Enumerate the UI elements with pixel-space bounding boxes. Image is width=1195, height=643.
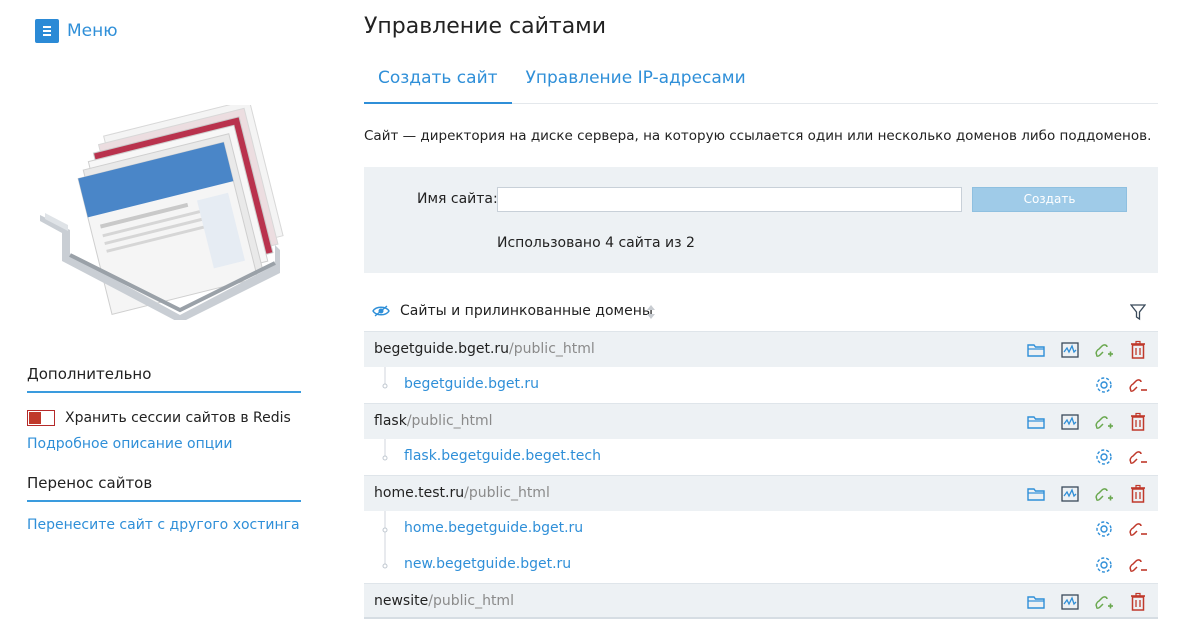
unlink-icon[interactable]: [1128, 519, 1148, 539]
activity-icon[interactable]: [1060, 592, 1080, 612]
site-name-input[interactable]: [497, 187, 962, 212]
eye-icon[interactable]: [372, 304, 390, 318]
folder-icon[interactable]: [1026, 340, 1046, 360]
activity-icon[interactable]: [1060, 412, 1080, 432]
unlink-icon[interactable]: [1128, 555, 1148, 575]
link-add-icon[interactable]: [1094, 592, 1114, 612]
additional-section-title: Дополнительно: [27, 365, 301, 393]
websites-stack-illustration: [40, 105, 284, 320]
filter-icon[interactable]: [1130, 303, 1146, 321]
sites-table-title: Сайты и прилинкованные домены: [400, 303, 653, 319]
trash-icon[interactable]: [1128, 484, 1148, 504]
settings-gear-icon[interactable]: [1094, 555, 1114, 575]
redis-details-link[interactable]: Подробное описание опции: [27, 436, 233, 452]
domain-link[interactable]: flask.begetguide.beget.tech: [404, 448, 601, 464]
domain-link[interactable]: home.begetguide.bget.ru: [404, 520, 583, 536]
settings-gear-icon[interactable]: [1094, 447, 1114, 467]
page-title: Управление сайтами: [364, 14, 607, 39]
unlink-icon[interactable]: [1128, 447, 1148, 467]
tab-ip-management[interactable]: Управление IP-адресами: [512, 60, 760, 104]
tabs-bar: Создать сайт Управление IP-адресами: [364, 60, 1158, 104]
site-name: newsite/public_html: [374, 593, 514, 609]
site-row: home.test.ru/public_html: [364, 475, 1158, 511]
site-name: begetguide.bget.ru/public_html: [374, 341, 595, 357]
sites-table: Сайты и прилинкованные домены begetguide…: [364, 295, 1158, 619]
tree-connector-icon: [382, 439, 388, 461]
sort-icon[interactable]: [646, 304, 656, 320]
transfer-site-link[interactable]: Перенесите сайт с другого хостинга: [27, 517, 300, 533]
domain-row: flask.begetguide.beget.tech: [364, 439, 1158, 475]
activity-icon[interactable]: [1060, 340, 1080, 360]
site-row: flask/public_html: [364, 403, 1158, 439]
tree-connector-icon: [382, 511, 388, 547]
site-row: newsite/public_html: [364, 583, 1158, 619]
trash-icon[interactable]: [1128, 412, 1148, 432]
transfer-section-title: Перенос сайтов: [27, 474, 301, 502]
site-name: flask/public_html: [374, 413, 493, 429]
folder-icon[interactable]: [1026, 484, 1046, 504]
settings-gear-icon[interactable]: [1094, 519, 1114, 539]
link-add-icon[interactable]: [1094, 412, 1114, 432]
menu-label: Меню: [67, 21, 118, 41]
link-add-icon[interactable]: [1094, 340, 1114, 360]
folder-icon[interactable]: [1026, 592, 1046, 612]
redis-sessions-label: Хранить сессии сайтов в Redis: [65, 410, 291, 426]
tree-connector-icon: [382, 367, 388, 389]
domain-row: begetguide.bget.ru: [364, 367, 1158, 403]
settings-gear-icon[interactable]: [1094, 375, 1114, 395]
unlink-icon[interactable]: [1128, 375, 1148, 395]
site-name-label: Имя сайта:: [417, 191, 498, 207]
site-row: begetguide.bget.ru/public_html: [364, 331, 1158, 367]
create-site-panel: Имя сайта: Создать Использовано 4 сайта …: [364, 167, 1158, 273]
trash-icon[interactable]: [1128, 592, 1148, 612]
sites-table-header: Сайты и прилинкованные домены: [364, 295, 1158, 331]
create-site-button[interactable]: Создать: [972, 187, 1127, 212]
site-description: Сайт — директория на диске сервера, на к…: [364, 128, 1152, 144]
domain-link[interactable]: begetguide.bget.ru: [404, 376, 539, 392]
usage-counter: Использовано 4 сайта из 2: [497, 235, 695, 251]
domain-link[interactable]: new.begetguide.bget.ru: [404, 556, 571, 572]
activity-icon[interactable]: [1060, 484, 1080, 504]
menu-button[interactable]: Меню: [35, 19, 118, 43]
domain-row: home.begetguide.bget.ru: [364, 511, 1158, 547]
trash-icon[interactable]: [1128, 340, 1148, 360]
tree-connector-icon: [382, 547, 388, 569]
tab-create-site[interactable]: Создать сайт: [364, 60, 512, 104]
site-name: home.test.ru/public_html: [374, 485, 550, 501]
hamburger-icon: [35, 19, 59, 43]
domain-row: new.begetguide.bget.ru: [364, 547, 1158, 583]
folder-icon[interactable]: [1026, 412, 1046, 432]
redis-sessions-toggle[interactable]: [27, 410, 55, 426]
link-add-icon[interactable]: [1094, 484, 1114, 504]
